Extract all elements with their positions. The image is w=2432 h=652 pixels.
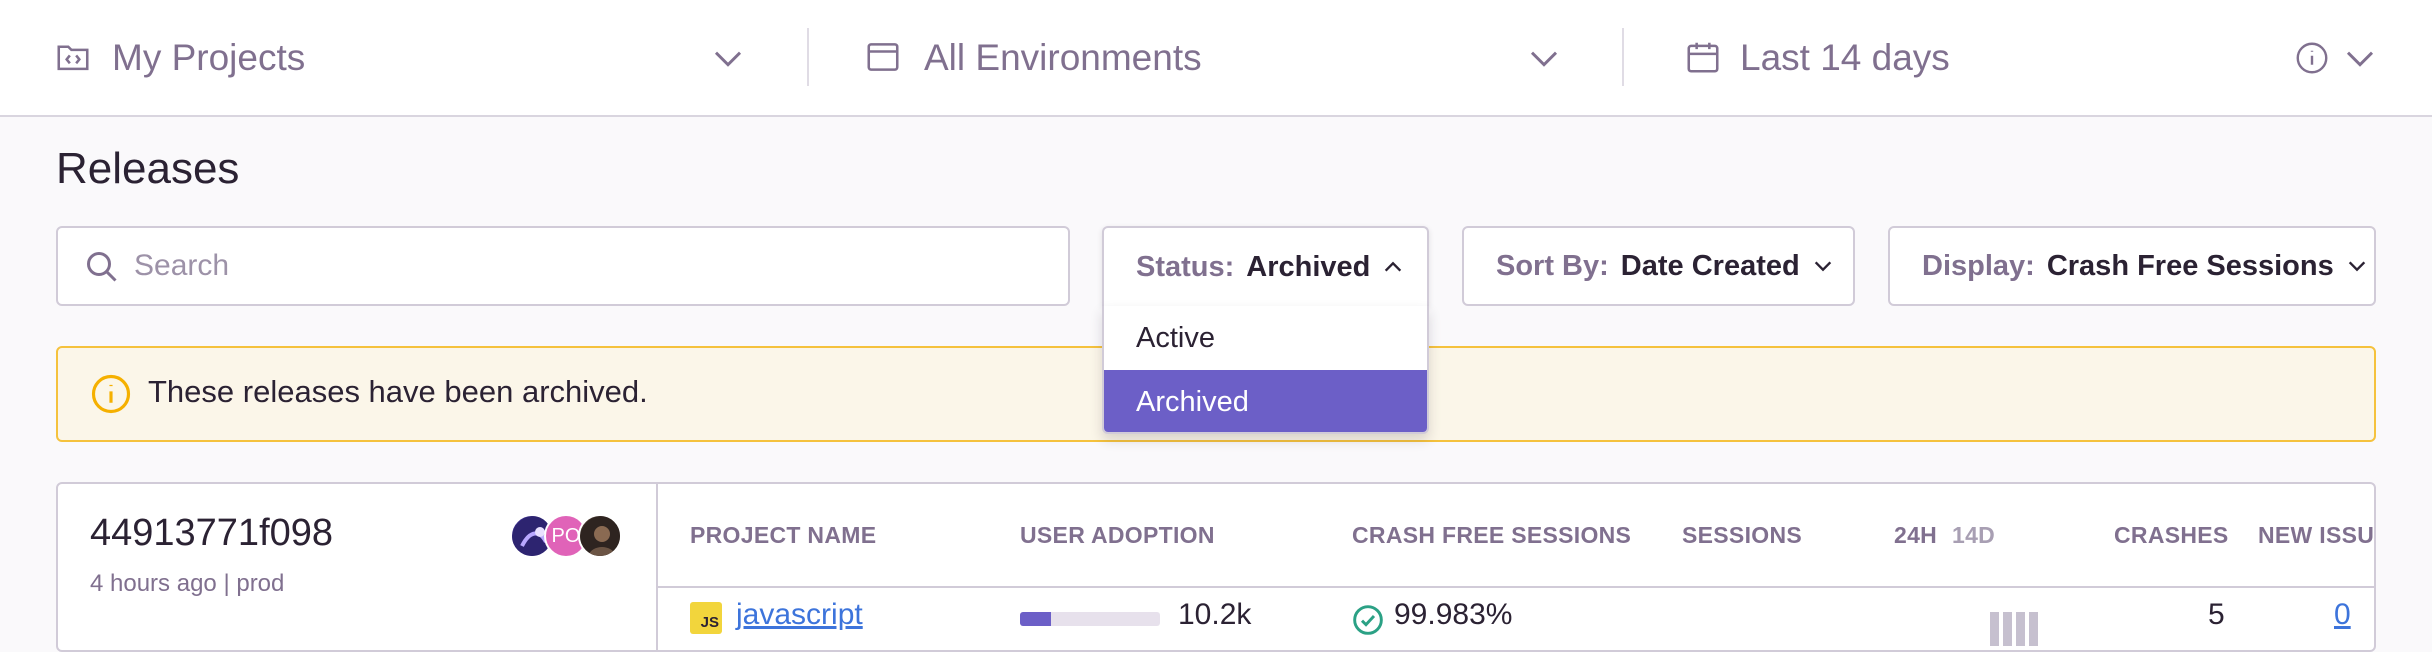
status-filter-prefix: Status: [1136,250,1235,283]
status-option-label: Archived [1136,385,1249,418]
search-input[interactable] [132,228,1052,304]
column-new-issues: NEW ISSUES [2258,522,2375,548]
time-period-label: Last 14 days [1740,36,1950,78]
status-option-active[interactable]: Active [1104,306,1427,370]
project-selector-label: My Projects [112,36,306,78]
release-projects-table: PROJECT NAME USER ADOPTION CRASH FREE SE… [658,484,2374,650]
display-prefix: Display: [1922,249,2035,282]
display-value: Crash Free Sessions [2046,249,2334,282]
search-icon [87,252,117,282]
environment-selector[interactable]: All Environments [848,0,1568,115]
check-circle-icon [1353,605,1383,635]
table-row: JS javascript 10.2k 99.983% 5 0 [658,590,2374,650]
sparkline-bar [1990,612,1999,646]
column-project-name: PROJECT NAME [690,522,877,548]
sparkline-bar [2029,612,2038,646]
release-environment: prod [236,570,285,597]
sort-by-value: Date Created [1620,249,1800,282]
user-adoption-bar [1020,612,1160,626]
status-option-label: Active [1136,321,1215,354]
user-adoption-count: 10.2k [1178,598,1252,631]
window-icon [867,43,899,71]
page-title: Releases [56,144,240,193]
chevron-down-icon [1530,51,1558,67]
release-version[interactable]: 44913771f098 [90,512,333,555]
release-time-ago: 4 hours ago [90,570,217,597]
divider [1622,28,1624,86]
status-menu: Active Archived [1102,306,1429,434]
release-meta: 4 hours ago | prod [90,570,284,598]
avatar-group: PO [510,514,640,558]
status-option-archived[interactable]: Archived [1104,370,1427,432]
chevron-down-icon [714,51,742,67]
search-box [56,226,1070,306]
sessions-sparkline [1990,612,2038,646]
meta-separator: | [223,570,230,597]
display-dropdown[interactable]: Display: Crash Free Sessions [1888,226,2376,306]
chevron-up-icon [1385,261,1402,272]
sparkline-bar [2003,612,2012,646]
info-icon[interactable] [2294,40,2330,76]
warning-info-icon [91,374,131,414]
chevron-down-icon [2348,261,2365,272]
time-period-selector[interactable]: Last 14 days [1664,0,2304,115]
environment-selector-label: All Environments [924,36,1202,78]
project-link[interactable]: javascript [736,598,863,632]
column-user-adoption: USER ADOPTION [1020,522,1215,548]
new-issues-link[interactable]: 0 [2334,598,2351,632]
user-adoption-fill [1020,612,1051,626]
avatar[interactable] [578,514,622,558]
sort-by-dropdown[interactable]: Sort By: Date Created [1462,226,1855,306]
alert-message: These releases have been archived. [148,374,648,409]
sort-by-prefix: Sort By: [1496,249,1609,282]
project-selector[interactable]: My Projects [40,0,760,115]
period-toggle-24h[interactable]: 24H [1894,522,1937,549]
status-filter-value: Archived [1246,250,1371,283]
crash-free-sessions-value: 99.983% [1394,598,1513,631]
release-card: 44913771f098 4 hours ago | prod PO PROJE… [56,482,2376,652]
project-folder-icon [57,45,89,71]
chevron-down-icon[interactable] [2344,44,2376,72]
calendar-icon [1687,42,1719,73]
period-toggle-14d[interactable]: 14D [1952,522,1995,549]
column-crash-free-sessions: CRASH FREE SESSIONS [1352,522,1632,548]
crashes-value: 5 [2208,598,2225,631]
javascript-platform-icon: JS [690,602,722,634]
global-filter-bar: My Projects All Environments Last 14 day… [0,0,2432,117]
divider [807,28,809,86]
chevron-down-icon [1814,261,1831,272]
release-summary: 44913771f098 4 hours ago | prod PO [58,484,658,650]
column-crashes: CRASHES [2114,522,2229,548]
column-sessions: SESSIONS [1682,522,1802,548]
table-header: PROJECT NAME USER ADOPTION CRASH FREE SE… [658,484,2374,588]
platform-badge-text: JS [700,614,719,631]
status-filter-dropdown[interactable]: Status: Archived [1102,226,1429,306]
sparkline-bar [2016,612,2025,646]
